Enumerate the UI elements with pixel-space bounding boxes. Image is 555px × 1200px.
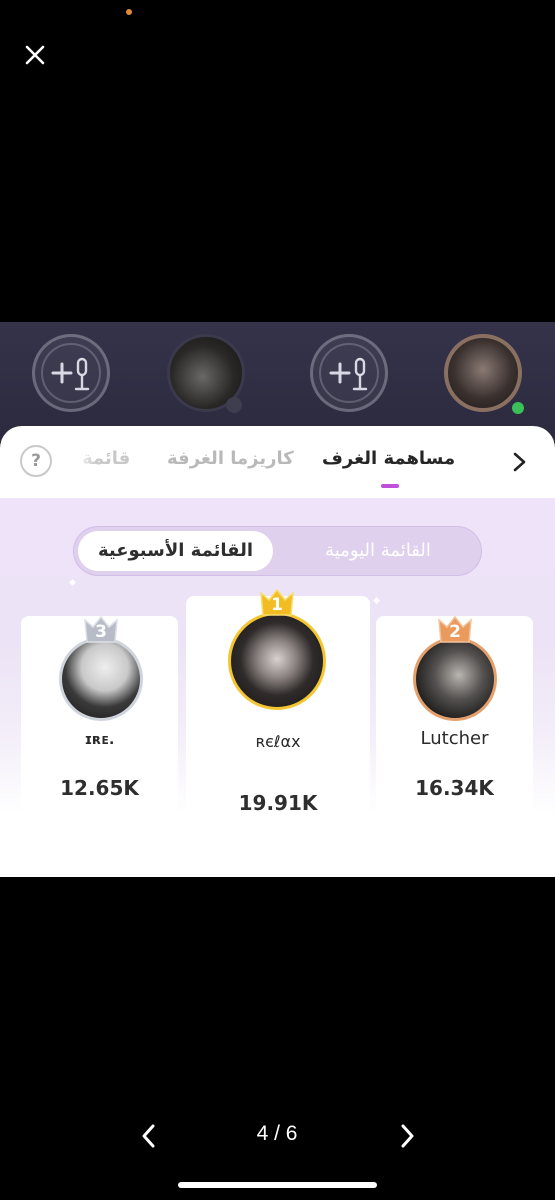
podium-name-third: ɪʀᴇ. xyxy=(84,732,115,748)
ranking-sheet: ? قائمة كاريزما الغرفة مساهمة الغرف القا… xyxy=(0,426,555,877)
avatar[interactable] xyxy=(59,637,143,721)
active-tab-indicator xyxy=(381,484,399,488)
tab-fade xyxy=(76,444,96,476)
rank-number: 3 xyxy=(95,622,107,642)
close-button[interactable] xyxy=(20,40,50,70)
add-mic-icon xyxy=(329,357,368,391)
privacy-indicator-dot xyxy=(126,9,132,15)
avatar[interactable] xyxy=(228,612,326,710)
previous-button[interactable] xyxy=(138,1120,160,1152)
sparkle-decoration xyxy=(372,596,381,605)
weekly-list-button[interactable]: القائمة الأسبوعية xyxy=(78,531,273,571)
page-counter: 4 / 6 xyxy=(256,1122,298,1145)
period-toggle: القائمة الأسبوعية القائمة اليومية xyxy=(73,526,482,576)
silver-crown-icon: 3 xyxy=(81,614,121,646)
gold-crown-icon: 1 xyxy=(257,587,297,619)
help-icon[interactable]: ? xyxy=(20,445,52,477)
podium-name-second: Lutcher xyxy=(420,728,489,749)
podium-score-first: 19.91K xyxy=(238,791,318,815)
bronze-crown-icon: 2 xyxy=(435,614,475,646)
ranking-tabbar: ? قائمة كاريزما الغرفة مساهمة الغرف xyxy=(0,426,555,498)
close-icon xyxy=(25,45,45,65)
chevron-left-icon xyxy=(142,1124,155,1148)
empty-seat[interactable] xyxy=(32,334,110,412)
room-seats-strip xyxy=(0,322,555,442)
avatar[interactable] xyxy=(413,637,497,721)
sparkle-decoration xyxy=(68,578,77,587)
chevron-right-icon xyxy=(513,452,526,472)
next-button[interactable] xyxy=(396,1120,418,1152)
occupied-seat-avatar[interactable] xyxy=(167,334,245,413)
story-viewer: ? قائمة كاريزما الغرفة مساهمة الغرف القا… xyxy=(0,0,555,1200)
online-status-icon xyxy=(512,402,524,414)
host-seat-avatar[interactable] xyxy=(444,334,524,414)
podium-name-first: ʀєℓαx xyxy=(255,732,301,751)
add-mic-icon xyxy=(51,357,90,391)
empty-seat[interactable] xyxy=(310,334,388,412)
rank-number: 2 xyxy=(449,622,461,642)
tab-room-contribution[interactable]: مساهمة الغرف xyxy=(322,448,455,469)
chevron-right-icon xyxy=(401,1124,414,1148)
mic-icon xyxy=(226,397,242,413)
back-button[interactable] xyxy=(508,448,532,476)
podium-score-second: 16.34K xyxy=(415,776,494,800)
tab-room-charisma[interactable]: كاريزما الغرفة xyxy=(167,448,294,469)
rank-number: 1 xyxy=(271,595,283,615)
podium-score-third: 12.65K xyxy=(60,776,139,800)
daily-list-button[interactable]: القائمة اليومية xyxy=(283,531,473,571)
home-indicator[interactable] xyxy=(178,1182,377,1188)
